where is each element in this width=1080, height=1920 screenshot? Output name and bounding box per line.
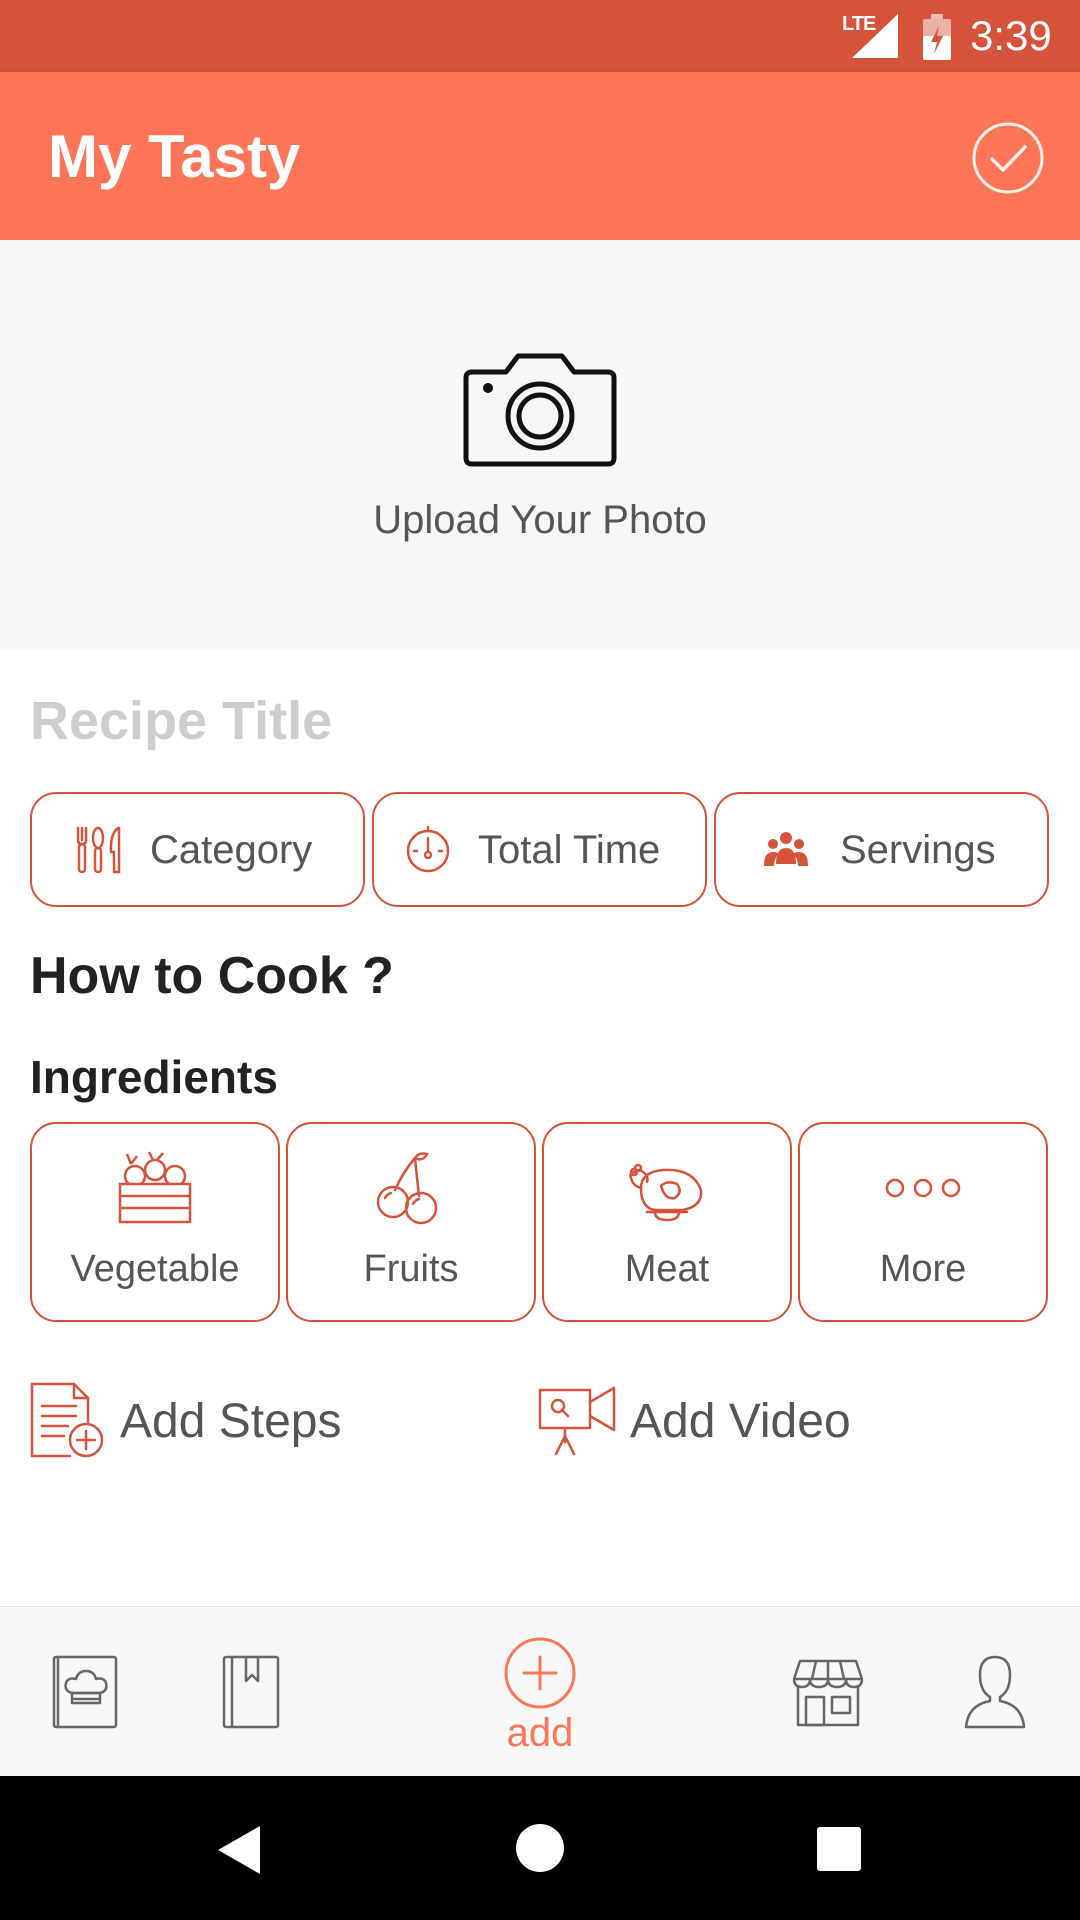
battery-icon — [923, 14, 951, 60]
timer-icon — [406, 826, 450, 873]
ingredient-fruits-button[interactable]: Fruits — [286, 1122, 536, 1322]
total-time-label: Total Time — [478, 828, 661, 872]
add-steps-label: Add Steps — [120, 1395, 342, 1448]
ingredient-meat-button[interactable]: Meat — [542, 1122, 792, 1322]
ingredient-vegetable-label: Vegetable — [70, 1248, 240, 1290]
nav-store[interactable] — [772, 1607, 882, 1777]
servings-button[interactable]: Servings — [714, 792, 1049, 907]
ingredient-vegetable-button[interactable]: Vegetable — [30, 1122, 280, 1322]
servings-label: Servings — [840, 828, 996, 872]
status-bar: LTE 3:39 — [0, 0, 1080, 72]
add-video-button[interactable]: Add Video — [538, 1380, 938, 1460]
utensils-icon — [76, 826, 121, 874]
video-camera-icon — [538, 1386, 616, 1456]
category-label: Category — [150, 828, 313, 872]
bottom-nav: add — [0, 1606, 1080, 1776]
ingredient-more-button[interactable]: More — [798, 1122, 1048, 1322]
upload-photo-label: Upload Your Photo — [373, 498, 707, 542]
ingredient-more-label: More — [879, 1248, 967, 1290]
chicken-icon — [629, 1163, 703, 1222]
store-icon — [792, 1659, 864, 1727]
ingredient-meat-label: Meat — [624, 1248, 710, 1290]
category-button[interactable]: Category — [30, 792, 365, 907]
nav-recipes[interactable] — [30, 1607, 140, 1777]
add-steps-button[interactable]: Add Steps — [30, 1380, 430, 1460]
cherries-icon — [376, 1152, 438, 1225]
add-circle-icon — [504, 1637, 576, 1709]
bookmark-book-icon — [222, 1655, 280, 1729]
app-title: My Tasty — [48, 123, 301, 190]
photo-upload-area[interactable]: Upload Your Photo — [0, 240, 1080, 650]
clock: 3:39 — [970, 12, 1052, 59]
how-to-cook-heading: How to Cook ? — [30, 947, 394, 1005]
back-icon[interactable] — [214, 1824, 264, 1876]
more-dots-icon — [885, 1178, 961, 1198]
add-document-icon — [30, 1382, 104, 1458]
add-video-label: Add Video — [630, 1395, 851, 1448]
nav-add[interactable]: add — [470, 1607, 610, 1777]
home-icon[interactable] — [514, 1822, 566, 1874]
nav-bookmarks[interactable] — [196, 1607, 306, 1777]
chef-book-icon — [52, 1655, 118, 1729]
camera-icon — [463, 353, 617, 467]
vegetable-basket-icon — [118, 1151, 192, 1224]
recipe-title-input[interactable]: Recipe Title — [30, 690, 332, 752]
check-circle-icon[interactable] — [970, 120, 1046, 196]
nav-add-label: add — [506, 1711, 574, 1755]
total-time-button[interactable]: Total Time — [372, 792, 707, 907]
signal-icon — [852, 14, 898, 58]
system-nav-bar — [0, 1776, 1080, 1920]
nav-profile[interactable] — [940, 1607, 1050, 1777]
user-icon — [964, 1655, 1026, 1729]
recents-icon[interactable] — [816, 1826, 862, 1872]
ingredient-fruits-label: Fruits — [363, 1248, 459, 1290]
ingredients-heading: Ingredients — [30, 1051, 278, 1103]
people-icon — [764, 832, 808, 866]
app-bar: My Tasty — [0, 72, 1080, 240]
